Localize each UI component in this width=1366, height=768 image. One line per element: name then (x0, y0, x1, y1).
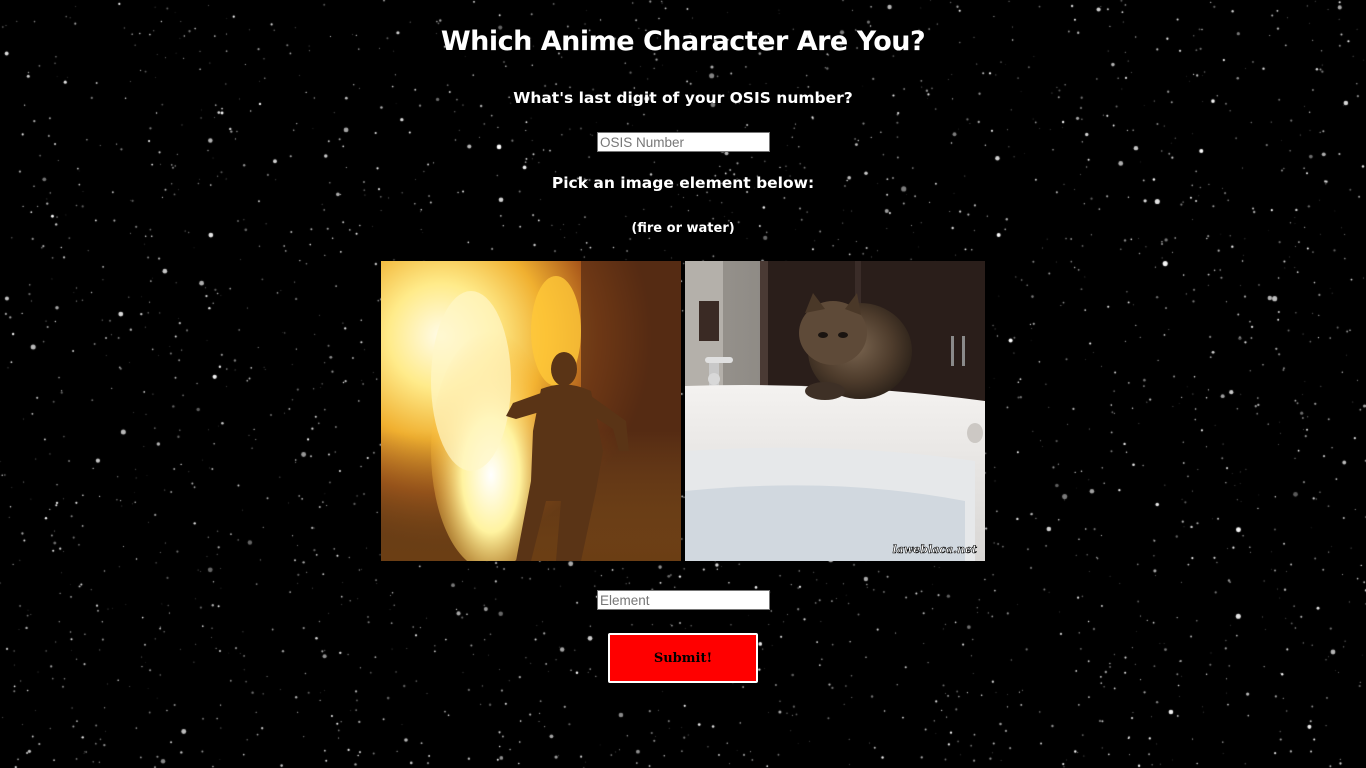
element-prompt: Pick an image element below: (551, 174, 815, 192)
image-watermark: laweblaca.net (892, 543, 977, 556)
submit-button[interactable]: Submit! (608, 633, 758, 683)
element-hint: (fire or water) (631, 221, 735, 236)
water-choice-image[interactable]: laweblaca.net (685, 261, 985, 561)
fire-choice-image[interactable] (381, 261, 681, 561)
page-title: Which Anime Character Are You? (440, 26, 926, 57)
osis-question: What's last digit of your OSIS number? (513, 89, 853, 107)
quiz-page: Which Anime Character Are You? What's la… (0, 0, 1366, 768)
osis-number-input[interactable] (597, 132, 770, 152)
element-input[interactable] (597, 590, 770, 610)
